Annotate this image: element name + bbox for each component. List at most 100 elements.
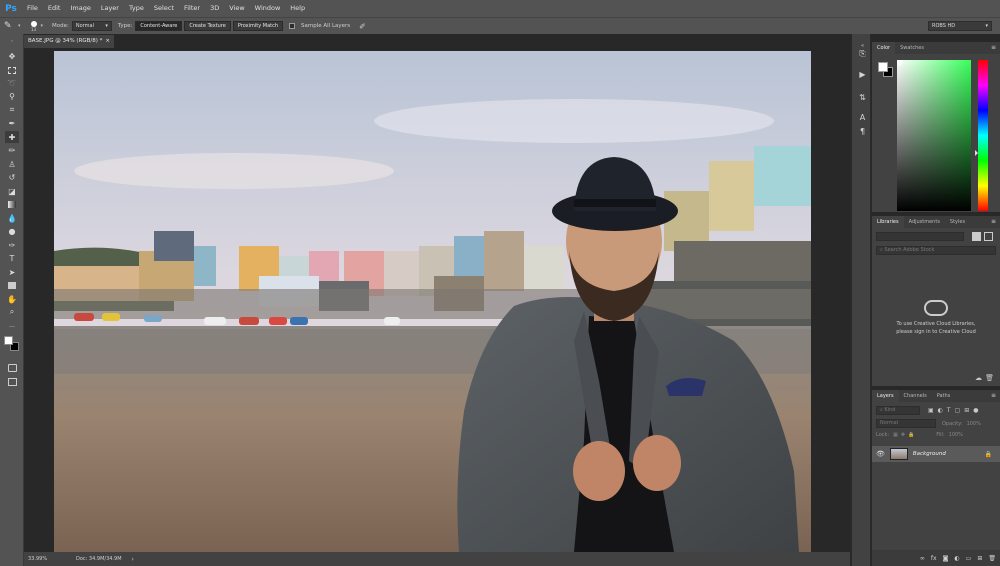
pen-tool-icon[interactable]: ✑	[5, 239, 19, 251]
history-brush-tool-icon[interactable]: ↺	[5, 171, 19, 183]
menu-view[interactable]: View	[224, 0, 249, 17]
actions-icon[interactable]: ▶	[857, 69, 868, 80]
hue-slider-handle[interactable]	[975, 150, 978, 156]
pixel-filter-icon[interactable]: ▣	[928, 407, 934, 414]
adjustment-layer-icon[interactable]: ◐	[954, 555, 959, 562]
link-layers-icon[interactable]: ∞	[920, 555, 925, 562]
color-picker-marker[interactable]	[897, 60, 902, 65]
menu-select[interactable]: Select	[149, 0, 179, 17]
new-group-icon[interactable]: ▭	[966, 555, 972, 562]
filter-toggle-icon[interactable]: ●	[973, 407, 978, 414]
paragraph-icon[interactable]: ¶	[857, 126, 868, 137]
lock-all-icon[interactable]: 🔒	[908, 432, 914, 438]
quick-selection-tool-icon[interactable]: ⚲	[5, 90, 19, 102]
close-icon[interactable]: ×	[105, 35, 110, 48]
menu-image[interactable]: Image	[65, 0, 95, 17]
panel-collapse-icon[interactable]: »	[5, 38, 19, 43]
trash-icon[interactable]: 🗑	[985, 374, 994, 382]
status-menu-icon[interactable]: ›	[132, 556, 134, 563]
spot-healing-brush-tool-icon[interactable]: ✚	[5, 131, 19, 143]
layer-style-icon[interactable]: fx	[931, 555, 937, 562]
character-icon[interactable]: A	[857, 112, 868, 123]
more-tools-icon[interactable]: ···	[5, 321, 19, 333]
dodge-tool-icon[interactable]: ●	[5, 225, 19, 237]
menu-file[interactable]: File	[22, 0, 43, 17]
rectangle-tool-icon[interactable]	[5, 279, 19, 291]
screen-mode-icon[interactable]	[5, 376, 19, 388]
menu-3d[interactable]: 3D	[205, 0, 224, 17]
proximity-match-button[interactable]: Proximity Match	[232, 21, 284, 31]
tab-color[interactable]: Color	[872, 42, 896, 54]
fg-bg-swatches[interactable]	[878, 62, 894, 78]
grid-view-icon[interactable]	[972, 232, 981, 241]
list-view-icon[interactable]	[984, 232, 993, 241]
tab-paths[interactable]: Paths	[932, 390, 956, 402]
menu-type[interactable]: Type	[124, 0, 149, 17]
kind-filter-select[interactable]: ⌕ Kind	[876, 406, 920, 415]
pressure-size-icon[interactable]: ✐	[359, 22, 366, 31]
type-filter-icon[interactable]: T	[947, 407, 951, 414]
add-mask-icon[interactable]: ◙	[943, 555, 949, 562]
blur-tool-icon[interactable]: 💧	[5, 212, 19, 224]
brush-dropdown-icon[interactable]: ▾	[41, 23, 44, 29]
zoom-tool-icon[interactable]: ⌕	[5, 306, 19, 318]
menu-layer[interactable]: Layer	[96, 0, 124, 17]
hand-tool-icon[interactable]: ✋	[5, 293, 19, 305]
workspace-select[interactable]: ROBS HD ▾	[928, 21, 992, 31]
opacity-value[interactable]: 100%	[967, 421, 981, 427]
visibility-eye-icon[interactable]: 👁	[876, 450, 885, 458]
foreground-swatch[interactable]	[878, 62, 888, 72]
gradient-tool-icon[interactable]	[5, 198, 19, 210]
tab-libraries[interactable]: Libraries	[872, 216, 904, 228]
path-selection-tool-icon[interactable]: ➤	[5, 266, 19, 278]
create-texture-button[interactable]: Create Texture	[184, 21, 231, 31]
menu-window[interactable]: Window	[250, 0, 286, 17]
marquee-tool-icon[interactable]	[5, 64, 19, 76]
history-icon[interactable]: ⎘	[857, 48, 868, 59]
eraser-tool-icon[interactable]: ◪	[5, 185, 19, 197]
shape-filter-icon[interactable]: ▢	[955, 407, 961, 414]
hue-slider[interactable]	[975, 60, 988, 211]
stock-search-input[interactable]: ⌕ Search Adobe Stock	[876, 246, 996, 255]
library-select[interactable]	[876, 232, 964, 241]
sample-all-layers-checkbox[interactable]	[289, 23, 296, 29]
panel-menu-icon[interactable]: ≡	[991, 42, 996, 54]
panel-menu-icon[interactable]: ≡	[991, 216, 996, 228]
spot-healing-brush-icon[interactable]: ✎	[4, 21, 18, 31]
blend-mode-select[interactable]: Normal	[876, 419, 936, 428]
layer-name[interactable]: Background	[913, 451, 946, 457]
mode-select[interactable]: Normal ▾	[71, 21, 112, 31]
quick-mask-icon[interactable]	[5, 362, 19, 374]
zoom-level[interactable]: 33.99%	[28, 556, 72, 562]
brush-preset-picker[interactable]: 13	[27, 20, 41, 32]
content-aware-button[interactable]: Content-Aware	[135, 21, 183, 31]
tab-channels[interactable]: Channels	[899, 390, 932, 402]
delete-layer-icon[interactable]: 🗑	[988, 555, 996, 562]
tab-adjustments[interactable]: Adjustments	[904, 216, 945, 228]
clone-stamp-tool-icon[interactable]: ♙	[5, 158, 19, 170]
adjustment-filter-icon[interactable]: ◐	[938, 407, 943, 414]
lock-position-icon[interactable]: ✥	[901, 432, 905, 438]
tool-preset-dropdown-icon[interactable]: ▾	[18, 23, 21, 29]
menu-help[interactable]: Help	[285, 0, 310, 17]
type-tool-icon[interactable]: T	[5, 252, 19, 264]
menu-edit[interactable]: Edit	[43, 0, 66, 17]
menu-filter[interactable]: Filter	[179, 0, 205, 17]
document-canvas-image[interactable]	[54, 51, 811, 552]
crop-tool-icon[interactable]: ⌗	[5, 104, 19, 116]
lock-pixels-icon[interactable]: ▦	[893, 432, 898, 438]
color-swatches[interactable]	[4, 336, 20, 352]
new-layer-icon[interactable]: ⊞	[977, 555, 982, 562]
brush-tool-icon[interactable]: ✏	[5, 144, 19, 156]
eyedropper-tool-icon[interactable]: ✒	[5, 117, 19, 129]
properties-icon[interactable]: ⇅	[857, 92, 868, 103]
layer-row-background[interactable]: 👁 Background 🔒	[872, 446, 1000, 462]
tab-styles[interactable]: Styles	[945, 216, 970, 228]
cloud-sync-icon[interactable]: ☁	[975, 374, 982, 382]
lasso-tool-icon[interactable]: ➰	[5, 77, 19, 89]
tab-swatches[interactable]: Swatches	[895, 42, 929, 54]
smart-object-filter-icon[interactable]: ⊞	[964, 407, 969, 414]
move-tool-icon[interactable]: ✥	[5, 50, 19, 62]
document-tab[interactable]: BASE.JPG @ 34% (RGB/8) * ×	[24, 35, 114, 48]
foreground-color-swatch[interactable]	[4, 336, 13, 345]
